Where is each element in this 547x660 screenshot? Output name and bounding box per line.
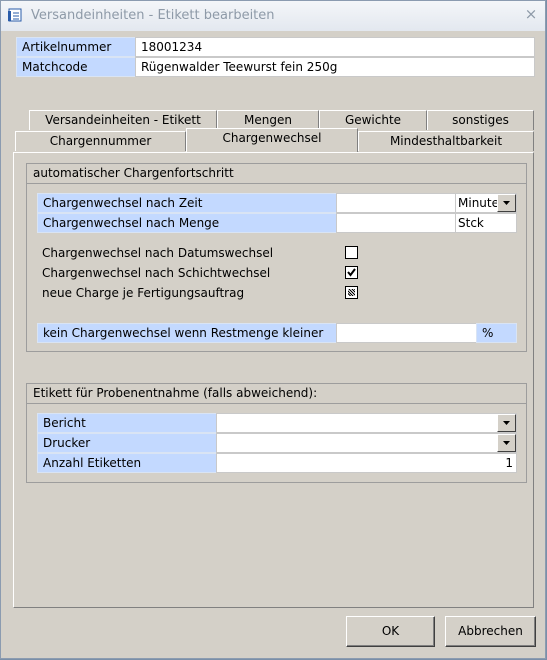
- qty-change-label: Chargenwechsel nach Menge: [37, 213, 337, 233]
- sample-label-group-title: Etikett für Probenentnahme (falls abweic…: [27, 384, 526, 404]
- report-select[interactable]: [216, 413, 517, 433]
- matchcode-field[interactable]: Rügenwalder Teewurst fein 250g: [135, 57, 535, 77]
- shift-change-label: Chargenwechsel nach Schichtwechsel: [42, 266, 271, 280]
- date-change-label: Chargenwechsel nach Datumswechsel: [42, 246, 274, 260]
- printer-label: Drucker: [37, 433, 217, 453]
- printer-select[interactable]: [216, 433, 517, 453]
- dropdown-arrow-icon: [503, 441, 510, 445]
- ok-button[interactable]: OK: [346, 616, 435, 647]
- date-change-checkbox[interactable]: [345, 246, 358, 259]
- time-change-label: Chargenwechsel nach Zeit: [37, 193, 337, 213]
- label-count-input[interactable]: 1: [216, 453, 517, 473]
- tab-versandeinheiten-etikett[interactable]: Versandeinheiten - Etikett: [29, 110, 217, 130]
- close-icon[interactable]: ×: [523, 6, 539, 22]
- app-icon: [7, 7, 23, 23]
- dropdown-arrow-icon: [503, 421, 510, 425]
- tab-chargennummer[interactable]: Chargennummer: [15, 131, 186, 151]
- matchcode-label: Matchcode: [16, 57, 136, 77]
- time-unit-dropdown-button[interactable]: [497, 194, 516, 212]
- new-charge-per-order-label: neue Charge je Fertigungsauftrag: [42, 286, 245, 300]
- printer-dropdown-button[interactable]: [497, 434, 516, 452]
- remaining-qty-label: kein Chargenwechsel wenn Restmenge klein…: [37, 323, 337, 343]
- report-label: Bericht: [37, 413, 217, 433]
- tab-sonstiges[interactable]: sonstiges: [427, 110, 534, 130]
- qty-unit-field: Stck: [455, 213, 517, 233]
- shift-change-checkbox[interactable]: [345, 266, 358, 279]
- auto-charge-group-title: automatischer Chargenfortschritt: [27, 164, 526, 184]
- dropdown-arrow-icon: [503, 201, 510, 205]
- window-title: Versandeinheiten - Etikett bearbeiten: [31, 8, 275, 23]
- tab-chargenwechsel[interactable]: Chargenwechsel: [186, 128, 358, 152]
- title-bar[interactable]: Versandeinheiten - Etikett bearbeiten ×: [1, 1, 545, 31]
- tab-mindesthaltbarkeit[interactable]: Mindesthaltbarkeit: [358, 131, 534, 151]
- cancel-button[interactable]: Abbrechen: [445, 616, 536, 647]
- tab-gewichte[interactable]: Gewichte: [319, 110, 427, 130]
- remaining-qty-input[interactable]: [336, 323, 477, 343]
- remaining-qty-unit: %: [476, 323, 517, 343]
- artikelnummer-label: Artikelnummer: [16, 37, 136, 57]
- new-charge-per-order-checkbox[interactable]: [345, 286, 358, 299]
- tab-mengen[interactable]: Mengen: [217, 110, 319, 130]
- report-dropdown-button[interactable]: [497, 414, 516, 432]
- label-count-label: Anzahl Etiketten: [37, 453, 217, 473]
- time-change-input[interactable]: [336, 193, 456, 213]
- artikelnummer-field[interactable]: 18001234: [135, 37, 535, 57]
- dialog-window: Versandeinheiten - Etikett bearbeiten × …: [0, 0, 546, 659]
- qty-change-input[interactable]: [336, 213, 456, 233]
- checkmark-icon: [347, 268, 356, 277]
